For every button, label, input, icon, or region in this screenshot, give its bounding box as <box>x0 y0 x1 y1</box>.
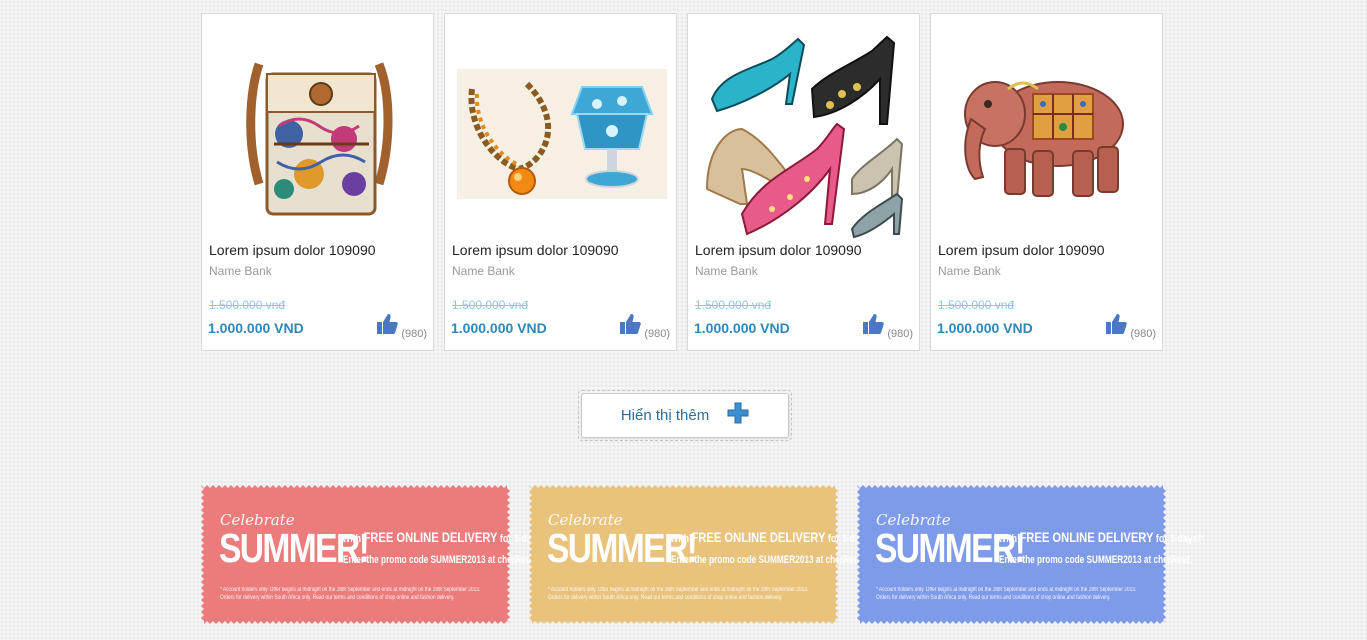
product-image-handbag[interactable] <box>208 24 429 244</box>
banner-fine-print: * Account holders only. Offer begins at … <box>220 586 484 602</box>
product-image-elephant[interactable] <box>937 24 1158 244</box>
thumbs-up-icon <box>375 312 399 341</box>
banner-fine-print-line: * Account holders only. Offer begins at … <box>548 587 809 593</box>
product-old-price: 1.500.000 vnđ <box>452 298 529 312</box>
show-more-frame: Hiển thị thêm <box>578 390 792 441</box>
product-price: 1.000.000 VND <box>937 320 1033 336</box>
banner-fine-print-line: * Account holders only. Offer begins at … <box>876 587 1137 593</box>
banner-with-text: With <box>670 533 689 545</box>
banner-fine-print-line: * Account holders only. Offer begins at … <box>220 587 481 593</box>
thumbs-up-icon <box>861 312 885 341</box>
product-bank: Name Bank <box>452 264 515 278</box>
product-price: 1.000.000 VND <box>694 320 790 336</box>
banner-days-text: for 5 days!* <box>1155 533 1204 545</box>
show-more-button[interactable]: Hiển thị thêm <box>581 393 789 438</box>
like-count: (980) <box>401 328 427 340</box>
banner-fine-print-line: Orders for delivery within South Africa … <box>220 595 455 601</box>
product-image-necklace-lamp[interactable] <box>451 24 672 244</box>
banner-promo-code-text: Enter the promo code SUMMER2013 at check… <box>999 554 1193 566</box>
show-more-label: Hiển thị thêm <box>620 407 710 424</box>
product-old-price: 1.500.000 vnđ <box>209 298 286 312</box>
product-title[interactable]: Lorem ipsum dolor 109090 <box>209 242 376 258</box>
like-button[interactable]: (980) <box>1104 312 1156 341</box>
product-title[interactable]: Lorem ipsum dolor 109090 <box>695 242 862 258</box>
product-bank: Name Bank <box>695 264 758 278</box>
banner-fine-print-line: Orders for delivery within South Africa … <box>548 595 783 601</box>
like-button[interactable]: (980) <box>618 312 670 341</box>
thumbs-up-icon <box>618 312 642 341</box>
banner-free-delivery-text: FREE ONLINE DELIVERY <box>363 529 498 545</box>
like-count: (980) <box>887 328 913 340</box>
banner-fine-print: * Account holders only. Offer begins at … <box>548 586 812 602</box>
promo-banner-row: Celebrate SUMMER! With FREE ONLINE DELIV… <box>201 485 1204 624</box>
banner-with-text: With <box>342 533 361 545</box>
product-card[interactable]: Lorem ipsum dolor 109090 Name Bank 1.500… <box>201 13 434 351</box>
product-card[interactable]: Lorem ipsum dolor 109090 Name Bank 1.500… <box>930 13 1163 351</box>
like-button[interactable]: (980) <box>375 312 427 341</box>
product-price: 1.000.000 VND <box>451 320 547 336</box>
product-title[interactable]: Lorem ipsum dolor 109090 <box>452 242 619 258</box>
thumbs-up-icon <box>1104 312 1128 341</box>
product-grid: Lorem ipsum dolor 109090 Name Bank 1.500… <box>201 13 1163 351</box>
plus-icon <box>727 402 749 429</box>
promo-banner[interactable]: Celebrate SUMMER! With FREE ONLINE DELIV… <box>857 485 1204 624</box>
like-count: (980) <box>1130 328 1156 340</box>
banner-free-delivery-text: FREE ONLINE DELIVERY <box>691 529 826 545</box>
like-count: (980) <box>644 328 670 340</box>
promo-banner[interactable]: Celebrate SUMMER! With FREE ONLINE DELIV… <box>201 485 548 624</box>
product-bank: Name Bank <box>938 264 1001 278</box>
product-price: 1.000.000 VND <box>208 320 304 336</box>
product-bank: Name Bank <box>209 264 272 278</box>
product-old-price: 1.500.000 vnđ <box>695 298 772 312</box>
promo-banner[interactable]: Celebrate SUMMER! With FREE ONLINE DELIV… <box>529 485 876 624</box>
product-old-price: 1.500.000 vnđ <box>938 298 1015 312</box>
banner-free-delivery-text: FREE ONLINE DELIVERY <box>1019 529 1154 545</box>
product-card[interactable]: Lorem ipsum dolor 109090 Name Bank 1.500… <box>444 13 677 351</box>
product-card[interactable]: Lorem ipsum dolor 109090 Name Bank 1.500… <box>687 13 920 351</box>
banner-fine-print: * Account holders only. Offer begins at … <box>876 586 1140 602</box>
banner-promo-code-text: Enter the promo code SUMMER2013 at check… <box>671 554 865 566</box>
banner-delivery-line: With FREE ONLINE DELIVERY for 5 days!* <box>998 529 1204 545</box>
banner-delivery-line: With FREE ONLINE DELIVERY for 5 days!* <box>342 529 548 545</box>
product-image-shoes[interactable] <box>694 24 915 244</box>
banner-promo-code-text: Enter the promo code SUMMER2013 at check… <box>343 554 537 566</box>
like-button[interactable]: (980) <box>861 312 913 341</box>
banner-delivery-line: With FREE ONLINE DELIVERY for 5 days!* <box>670 529 876 545</box>
banner-fine-print-line: Orders for delivery within South Africa … <box>876 595 1111 601</box>
product-title[interactable]: Lorem ipsum dolor 109090 <box>938 242 1105 258</box>
banner-with-text: With <box>998 533 1017 545</box>
